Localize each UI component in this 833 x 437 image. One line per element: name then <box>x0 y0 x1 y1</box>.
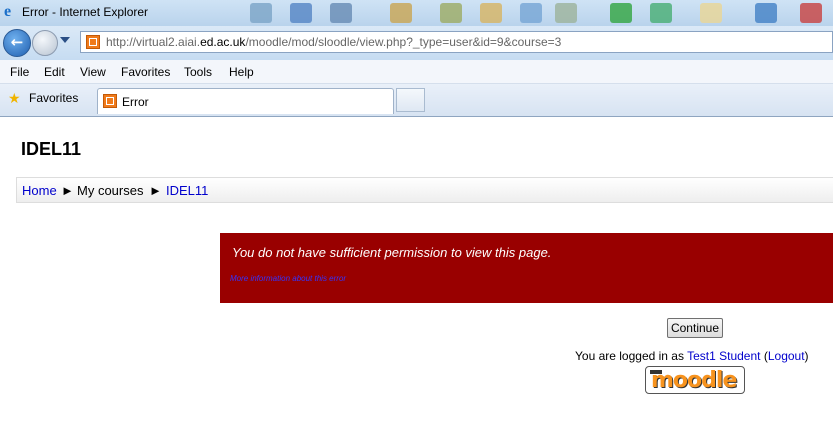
desktop-icon <box>520 3 542 23</box>
logout-close-paren: ) <box>804 349 809 363</box>
breadcrumb-separator-icon: ► <box>149 183 162 198</box>
logout-link[interactable]: Logout <box>768 349 805 363</box>
logout-open-paren: ( <box>760 349 768 363</box>
menu-favorites[interactable]: Favorites <box>121 65 170 79</box>
error-message: You do not have sufficient permission to… <box>232 245 552 260</box>
tab-error[interactable]: Error <box>97 88 394 114</box>
breadcrumb: Home ► My courses ► IDEL11 <box>16 177 833 203</box>
tab-label: Error <box>122 95 149 109</box>
desktop-icon <box>250 3 272 23</box>
menu-file[interactable]: File <box>10 65 29 79</box>
recent-pages-dropdown-icon[interactable] <box>60 37 70 43</box>
desktop-icon <box>330 3 352 23</box>
moodle-logo[interactable]: moodle <box>645 366 745 394</box>
internet-explorer-icon: e <box>4 3 12 20</box>
breadcrumb-my-courses: My courses <box>77 183 144 198</box>
continue-button[interactable]: Continue <box>667 318 723 338</box>
user-profile-link[interactable]: Test1 Student <box>687 349 760 363</box>
page-content: IDEL11 Home ► My courses ► IDEL11 You do… <box>0 117 833 437</box>
favorites-button[interactable]: Favorites <box>29 91 78 105</box>
error-box: You do not have sufficient permission to… <box>220 233 833 303</box>
desktop-icon <box>650 3 672 23</box>
desktop-icon <box>290 3 312 23</box>
desktop-icon <box>610 3 632 23</box>
desktop-icon <box>555 3 577 23</box>
menu-view[interactable]: View <box>80 65 106 79</box>
desktop-icon <box>800 3 822 23</box>
breadcrumb-separator-icon: ► <box>61 183 74 198</box>
menu-tools[interactable]: Tools <box>184 65 212 79</box>
window-title: Error - Internet Explorer <box>22 5 149 19</box>
more-info-link[interactable]: More information about this error <box>230 274 346 283</box>
moodle-logo-text: moodle <box>651 368 737 393</box>
site-favicon-icon <box>86 35 100 49</box>
menu-edit[interactable]: Edit <box>44 65 65 79</box>
page-title: IDEL11 <box>21 139 82 159</box>
navigation-bar: ← http://virtual2.aiai.ed.ac.uk/moodle/m… <box>0 26 833 60</box>
menu-bar: File Edit View Favorites Tools Help <box>0 60 833 84</box>
address-bar[interactable]: http://virtual2.aiai.ed.ac.uk/moodle/mod… <box>80 31 833 53</box>
favorites-star-icon[interactable]: ★ <box>8 90 21 107</box>
forward-button[interactable] <box>32 30 58 56</box>
url-text[interactable]: http://virtual2.aiai.ed.ac.uk/moodle/mod… <box>106 35 561 49</box>
desktop-icon <box>440 3 462 23</box>
window-title-bar: e Error - Internet Explorer <box>0 0 833 26</box>
login-info: You are logged in as Test1 Student (Logo… <box>575 349 809 363</box>
menu-help[interactable]: Help <box>229 65 254 79</box>
login-prefix: You are logged in as <box>575 349 688 363</box>
desktop-icon <box>755 3 777 23</box>
breadcrumb-course-link[interactable]: IDEL11 <box>166 183 208 198</box>
desktop-icon <box>700 3 722 23</box>
back-arrow-icon: ← <box>10 33 24 51</box>
desktop-icon <box>480 3 502 23</box>
new-tab-button[interactable] <box>396 88 425 112</box>
breadcrumb-home-link[interactable]: Home <box>22 183 57 198</box>
background-desktop-icons <box>230 0 833 26</box>
back-button[interactable]: ← <box>3 29 31 57</box>
desktop-icon <box>390 3 412 23</box>
tab-row: ★ Favorites Error <box>0 84 833 117</box>
tab-favicon-icon <box>103 94 117 108</box>
